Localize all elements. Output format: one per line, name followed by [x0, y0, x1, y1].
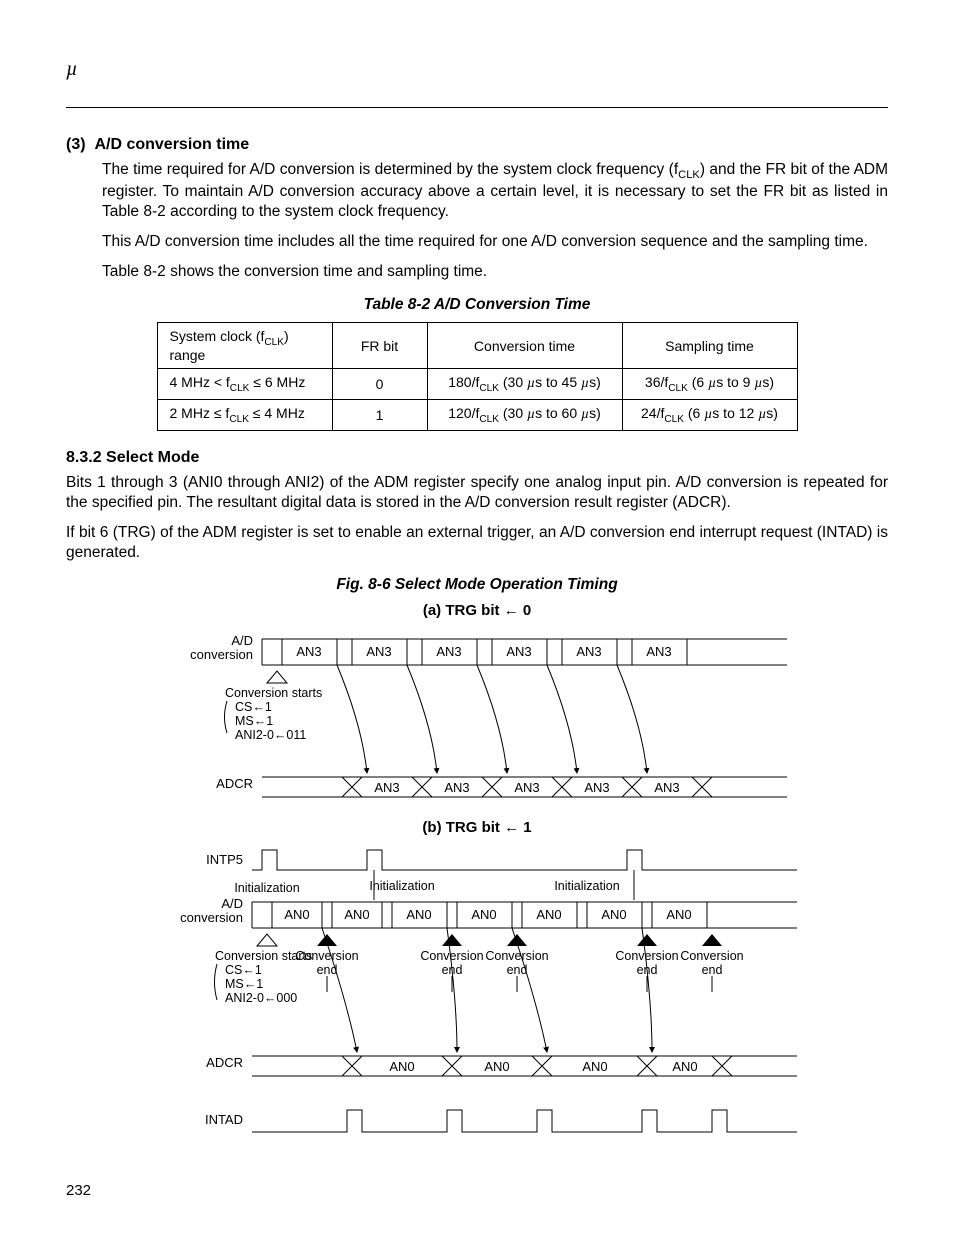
svg-text:AN0: AN0	[582, 1059, 607, 1074]
an3-boxes: AN3 AN3 AN3 AN3 AN3 AN3	[282, 639, 687, 665]
adcr-label: ADCR	[216, 776, 253, 791]
section-3-num: (3)	[66, 136, 86, 153]
svg-text:conversion: conversion	[180, 910, 243, 925]
table-8-2: System clock (fCLK) range FR bit Convers…	[157, 322, 798, 431]
section-3-p2: This A/D conversion time includes all th…	[102, 232, 888, 252]
h1a: System clock (f	[170, 328, 265, 344]
fig-8-6-sub-b: (b) TRG bit ← 1	[66, 819, 888, 836]
fig-8-6-sub-a: (a) TRG bit ← 0	[66, 602, 888, 619]
page: µ (3) A/D conversion time The time requi…	[0, 0, 954, 1235]
intad-label: INTAD	[205, 1112, 243, 1127]
svg-text:AN3: AN3	[296, 644, 321, 659]
svg-text:Conversion: Conversion	[680, 949, 743, 963]
svg-text:A/D: A/D	[221, 896, 243, 911]
svg-text:AN0: AN0	[344, 907, 369, 922]
th-samptime: Sampling time	[622, 322, 797, 369]
svg-text:ANI2-0←000: ANI2-0←000	[225, 991, 297, 1005]
svg-text:AN3: AN3	[584, 780, 609, 795]
diagram-a: A/D conversion AN3 AN3 AN3 AN3	[167, 625, 787, 805]
svg-text:Conversion: Conversion	[420, 949, 483, 963]
svg-text:CS←1: CS←1	[235, 700, 272, 714]
svg-text:AN3: AN3	[576, 644, 601, 659]
th-sysclock: System clock (fCLK) range	[157, 322, 332, 369]
table-8-2-caption: Table 8-2 A/D Conversion Time	[66, 296, 888, 314]
r1c4: 36/fCLK (6 µs to 9 µs)	[622, 369, 797, 400]
section-3-p3: Table 8-2 shows the conversion time and …	[102, 262, 888, 282]
svg-text:AN0: AN0	[284, 907, 309, 922]
intp5-label: INTP5	[206, 852, 243, 867]
svg-text:end: end	[702, 963, 723, 977]
header-rule	[66, 107, 888, 108]
r1c1: 4 MHz < fCLK ≤ 6 MHz	[157, 369, 332, 400]
r2c1: 2 MHz ≤ fCLK ≤ 4 MHz	[157, 400, 332, 431]
table-row: 4 MHz < fCLK ≤ 6 MHz 0 180/fCLK (30 µs t…	[157, 369, 797, 400]
svg-text:AN3: AN3	[374, 780, 399, 795]
section-832-heading: 8.3.2 Select Mode	[66, 449, 888, 467]
svg-text:AN3: AN3	[654, 780, 679, 795]
svg-text:AN0: AN0	[536, 907, 561, 922]
section-832-p2: If bit 6 (TRG) of the ADM register is se…	[66, 523, 888, 563]
svg-text:AN0: AN0	[389, 1059, 414, 1074]
p1a: The time required for A/D conversion is …	[102, 161, 678, 178]
svg-text:MS←1: MS←1	[235, 714, 273, 728]
svg-text:CS←1: CS←1	[225, 963, 262, 977]
r1c3: 180/fCLK (30 µs to 45 µs)	[427, 369, 622, 400]
conv-starts: Conversion starts	[225, 686, 322, 700]
svg-text:AN0: AN0	[666, 907, 691, 922]
svg-text:AN0: AN0	[471, 907, 496, 922]
r1c2: 0	[332, 369, 427, 400]
ad-label1: A/D	[231, 633, 253, 648]
svg-text:AN3: AN3	[646, 644, 671, 659]
section-3-title: A/D conversion time	[94, 136, 249, 153]
table-row: 2 MHz ≤ fCLK ≤ 4 MHz 1 120/fCLK (30 µs t…	[157, 400, 797, 431]
svg-text:Initialization: Initialization	[234, 881, 299, 895]
section-3-heading: (3) A/D conversion time	[66, 136, 888, 154]
svg-text:AN0: AN0	[484, 1059, 509, 1074]
r2c2: 1	[332, 400, 427, 431]
h1clk: CLK	[264, 336, 284, 347]
svg-text:AN3: AN3	[436, 644, 461, 659]
page-header-mu: µ	[66, 58, 888, 81]
section-832-p1: Bits 1 through 3 (ANI0 through ANI2) of …	[66, 473, 888, 513]
svg-text:AN3: AN3	[506, 644, 531, 659]
svg-text:AN0: AN0	[672, 1059, 697, 1074]
svg-text:AN0: AN0	[601, 907, 626, 922]
sub-clk: CLK	[678, 169, 700, 181]
svg-text:AN0: AN0	[406, 907, 431, 922]
svg-text:Conversion: Conversion	[295, 949, 358, 963]
section-3-body: The time required for A/D conversion is …	[102, 160, 888, 282]
th-convtime: Conversion time	[427, 322, 622, 369]
svg-text:ANI2-0←011: ANI2-0←011	[235, 728, 306, 742]
svg-text:Initialization: Initialization	[554, 879, 619, 893]
diagram-b: INTP5 Initialization Initialization Init…	[157, 842, 797, 1152]
svg-text:Conversion: Conversion	[615, 949, 678, 963]
svg-text:ADCR: ADCR	[206, 1055, 243, 1070]
r2c3: 120/fCLK (30 µs to 60 µs)	[427, 400, 622, 431]
svg-text:Conversion: Conversion	[485, 949, 548, 963]
fig-8-6-caption: Fig. 8-6 Select Mode Operation Timing	[66, 576, 888, 594]
ad-label2: conversion	[190, 647, 253, 662]
svg-text:Initialization: Initialization	[369, 879, 434, 893]
page-number: 232	[66, 1182, 91, 1199]
svg-text:AN3: AN3	[444, 780, 469, 795]
section-3-p1: The time required for A/D conversion is …	[102, 160, 888, 222]
th-frbit: FR bit	[332, 322, 427, 369]
table-row: System clock (fCLK) range FR bit Convers…	[157, 322, 797, 369]
svg-text:MS←1: MS←1	[225, 977, 263, 991]
r2c4: 24/fCLK (6 µs to 12 µs)	[622, 400, 797, 431]
svg-text:AN3: AN3	[514, 780, 539, 795]
svg-text:AN3: AN3	[366, 644, 391, 659]
